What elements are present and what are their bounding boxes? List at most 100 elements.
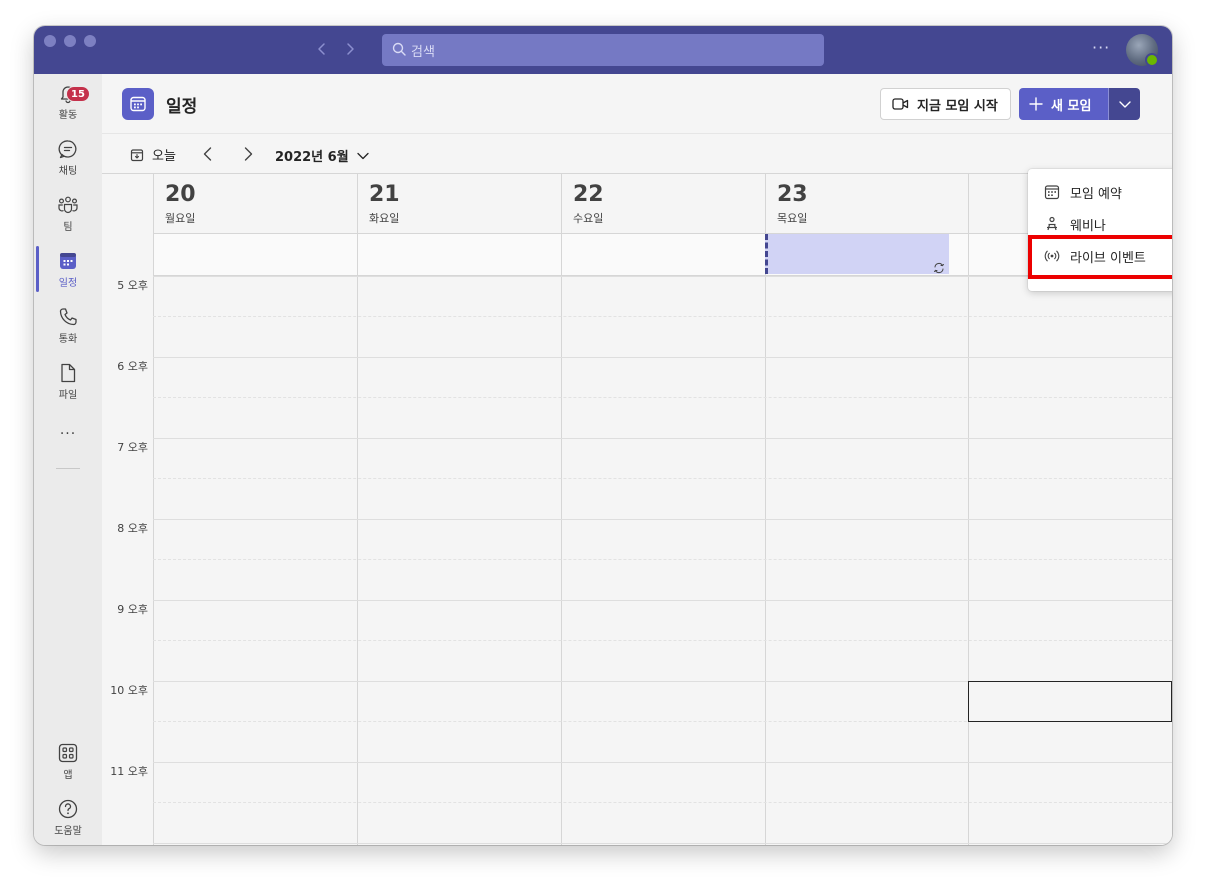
hour-line [153, 438, 1172, 439]
rail-item-label: 통화 [58, 334, 78, 345]
search-placeholder: 검색 [411, 44, 435, 60]
day-number: 23 [777, 182, 808, 207]
window-close-button[interactable] [44, 35, 56, 47]
selected-time-slot[interactable] [968, 681, 1172, 722]
day-name: 화요일 [369, 212, 400, 225]
hour-line [153, 762, 1172, 763]
today-label: 오늘 [152, 149, 176, 164]
half-hour-line [153, 559, 1172, 560]
month-picker[interactable]: 2022년 6월 [275, 146, 370, 165]
hour-line [153, 357, 1172, 358]
half-hour-line [153, 640, 1172, 641]
phone-icon [57, 306, 79, 328]
hour-line [153, 600, 1172, 601]
search-input[interactable]: 검색 [382, 34, 824, 66]
rail-item-files[interactable]: 파일 [34, 362, 102, 412]
rail-item-label: 팀 [63, 222, 73, 233]
time-label: 6 오후 [117, 360, 148, 373]
calendar-schedule-icon [1044, 184, 1070, 200]
presence-available-icon [1145, 53, 1159, 67]
rail-item-label: 활동 [58, 110, 78, 121]
teams-icon [57, 194, 79, 216]
column-divider [357, 233, 358, 845]
day-name: 월요일 [165, 212, 196, 225]
rail-item-label: 일정 [58, 278, 78, 289]
window-zoom-button[interactable] [84, 35, 96, 47]
file-icon [57, 362, 79, 384]
search-icon [392, 41, 406, 60]
all-day-row[interactable] [153, 233, 1172, 276]
recurring-icon [933, 259, 945, 274]
day-name: 수요일 [573, 212, 604, 225]
page-title: 일정 [166, 97, 198, 117]
new-meeting-button[interactable]: 새 모임 [1019, 88, 1108, 120]
column-divider [765, 233, 766, 845]
chat-icon [57, 138, 79, 160]
apps-icon [57, 742, 79, 764]
column-divider [561, 233, 562, 845]
day-header[interactable]: 23 목요일 [765, 173, 969, 233]
half-hour-line [153, 397, 1172, 398]
day-number: 21 [369, 182, 400, 207]
back-arrow-icon[interactable] [313, 40, 331, 58]
more-options-button[interactable]: ··· [1092, 38, 1110, 57]
menu-item-label: 웨비나 [1070, 218, 1106, 234]
rail-item-apps[interactable]: 앱 [34, 742, 102, 792]
day-header[interactable]: 22 수요일 [561, 173, 765, 233]
rail-item-activity[interactable]: 15 활동 [34, 82, 102, 132]
month-label: 2022년 6월 [275, 150, 349, 165]
calendar-app-icon [122, 88, 154, 120]
meet-now-button[interactable]: 지금 모임 시작 [880, 88, 1011, 120]
chevron-down-icon [1118, 97, 1132, 111]
rail-item-label: 파일 [58, 390, 78, 401]
half-hour-line [153, 316, 1172, 317]
forward-arrow-icon[interactable] [341, 40, 359, 58]
more-apps-button[interactable]: ··· [34, 426, 102, 442]
time-label: 11 오후 [110, 765, 148, 778]
time-label: 5 오후 [117, 279, 148, 292]
previous-week-button[interactable] [198, 144, 218, 164]
calendar-icon [57, 250, 79, 272]
hour-line [153, 843, 1172, 844]
day-number: 22 [573, 182, 604, 207]
calendar-grid: 20 월요일 21 화요일 22 수요일 23 목요일 5 오후 6 오후 7 … [102, 173, 1172, 845]
day-number: 20 [165, 182, 196, 207]
video-camera-icon [892, 97, 909, 111]
today-button[interactable]: 오늘 [130, 145, 176, 164]
calendar-event[interactable] [765, 234, 949, 274]
time-label: 10 오후 [110, 684, 148, 697]
plus-icon [1029, 97, 1043, 111]
rail-item-chat[interactable]: 채팅 [34, 138, 102, 188]
rail-item-teams[interactable]: 팀 [34, 194, 102, 244]
day-header[interactable]: 20 월요일 [153, 173, 357, 233]
rail-item-label: 채팅 [58, 166, 78, 177]
calendar-today-icon [130, 148, 144, 162]
help-icon [57, 798, 79, 820]
app-rail: 15 활동 채팅 팀 일정 통화 파일 ··· 앱 도움말 [34, 74, 102, 845]
hour-line [153, 276, 1172, 277]
window-minimize-button[interactable] [64, 35, 76, 47]
teams-window: 검색 ··· 15 활동 채팅 팀 일정 통화 파일 ··· 앱 도움말 일정 … [34, 26, 1172, 845]
half-hour-line [153, 802, 1172, 803]
hour-line [153, 519, 1172, 520]
title-bar: 검색 ··· [34, 26, 1172, 74]
time-label: 7 오후 [117, 441, 148, 454]
column-divider [968, 233, 969, 845]
time-label: 8 오후 [117, 522, 148, 535]
webinar-icon [1044, 216, 1070, 232]
calendar-main: 일정 지금 모임 시작 새 모임 오늘 2022년 6월 20 월요일 21 화… [102, 74, 1172, 845]
day-header[interactable]: 21 화요일 [357, 173, 561, 233]
chevron-down-icon [356, 149, 370, 163]
column-divider [153, 233, 154, 845]
next-week-button[interactable] [238, 144, 258, 164]
notification-badge: 15 [66, 86, 90, 102]
menu-item-schedule-meeting[interactable]: 모임 예약 [1028, 176, 1172, 208]
header-divider [102, 133, 1172, 134]
avatar[interactable] [1126, 34, 1159, 67]
rail-item-help[interactable]: 도움말 [34, 798, 102, 845]
rail-item-calls[interactable]: 통화 [34, 306, 102, 356]
rail-item-calendar[interactable]: 일정 [34, 250, 102, 300]
highlight-box [1028, 235, 1172, 279]
new-meeting-dropdown-button[interactable] [1108, 88, 1140, 120]
rail-item-label: 앱 [63, 770, 73, 781]
